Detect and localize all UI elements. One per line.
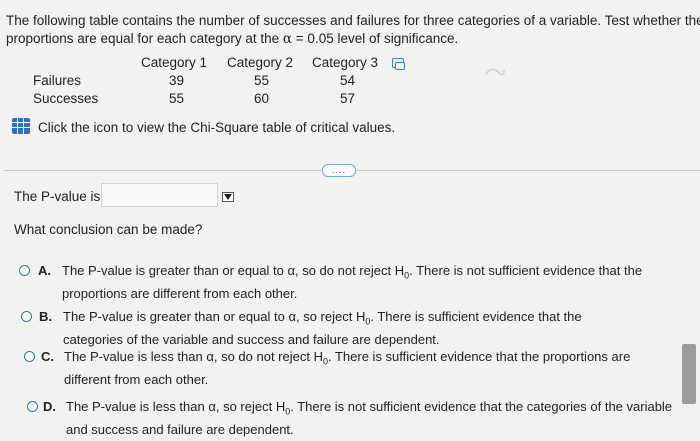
problem-statement: The following table contains the number … [6, 12, 700, 48]
option-line-2: categories of the variable and success a… [63, 331, 440, 347]
table-cell: 55 [169, 91, 185, 106]
pvalue-input[interactable] [101, 183, 218, 207]
table-cell: 57 [340, 91, 356, 106]
table-cell: 60 [254, 91, 270, 106]
column-header: Category 1 [141, 55, 208, 70]
alpha-symbol: α [282, 31, 293, 47]
question-text: What conclusion can be made? [14, 222, 203, 237]
problem-line-1: The following table contains the number … [6, 13, 700, 28]
column-header: Category 2 [227, 55, 294, 70]
table-cell: 54 [340, 73, 356, 88]
answer-option-c[interactable]: C. The P-value is less than α, so do not… [0, 348, 680, 388]
option-line-2: proportions are different from each othe… [62, 285, 298, 301]
option-line-1: The P-value is greater than or equal to … [63, 309, 582, 327]
column-header: Category 3 [312, 55, 379, 70]
chi-square-link-text: Click the icon to view the Chi-Square ta… [38, 120, 396, 135]
copy-data-icon[interactable] [392, 58, 405, 70]
option-letter: B. [39, 309, 52, 324]
answer-option-d[interactable]: D. The P-value is less than α, so reject… [0, 398, 680, 438]
answer-option-b[interactable]: B. The P-value is greater than or equal … [0, 308, 680, 348]
option-line-1: The P-value is less than α, so reject H0… [66, 399, 673, 417]
row-label: Failures [33, 73, 82, 88]
option-line-2: and success and failure are dependent. [66, 421, 294, 437]
table-cell: 55 [254, 73, 270, 88]
radio-button[interactable] [19, 265, 30, 276]
pvalue-label: The P-value is [14, 189, 101, 204]
option-line-1: The P-value is less than α, so do not re… [64, 349, 631, 367]
radio-button[interactable] [21, 311, 32, 322]
table-header: Category 1 Category 2 Category 3 [0, 55, 420, 73]
table-row: Failures 39 55 54 [0, 73, 420, 91]
radio-button[interactable] [24, 351, 35, 362]
scrollbar[interactable] [682, 344, 696, 404]
chi-square-table-icon[interactable] [12, 118, 30, 134]
option-line-2: different from each other. [64, 371, 209, 387]
decorative-mark [484, 64, 506, 82]
problem-line-2: proportions are equal for each category … [6, 31, 459, 47]
row-label: Successes [33, 91, 99, 106]
option-line-1: The P-value is greater than or equal to … [62, 263, 643, 281]
table-row: Successes 55 60 57 [0, 91, 420, 109]
radio-button[interactable] [27, 401, 38, 412]
option-letter: D. [43, 399, 56, 414]
expand-button[interactable]: .... [322, 164, 356, 177]
option-letter: C. [41, 349, 54, 364]
option-letter: A. [38, 263, 51, 278]
dropdown-arrow-icon[interactable] [222, 192, 234, 202]
table-cell: 39 [169, 73, 185, 88]
answer-option-a[interactable]: A. The P-value is greater than or equal … [0, 262, 680, 302]
